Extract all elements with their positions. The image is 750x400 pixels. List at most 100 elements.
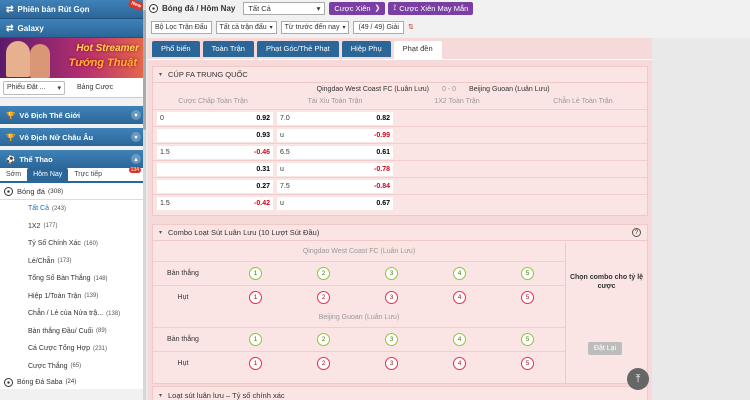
sidebar-scrollbar[interactable] xyxy=(143,0,146,400)
market-item[interactable]: Chẵn / Lẻ của Nửa trậ... (138) xyxy=(0,305,145,323)
handicap-odds-cell[interactable]: 1.5 -0.42 xyxy=(157,197,273,210)
over-under-odds-cell[interactable]: u 0.67 xyxy=(277,197,393,210)
odds-line: 7.5 xyxy=(280,183,290,190)
tab-live[interactable]: Trực tiếp xyxy=(68,168,108,181)
live-count-badge: 134 xyxy=(128,167,141,173)
odds-row: 0 0.92 7.0 0.82 xyxy=(153,109,647,126)
market-item[interactable]: Cược Thắng (65) xyxy=(0,358,145,376)
chevron-up-icon: ▴ xyxy=(131,154,141,164)
combo-header[interactable]: ▾ Combo Loạt Sút Luân Lưu (10 Lượt Sút Đ… xyxy=(153,225,647,241)
market-item[interactable]: Lẻ/Chẵn (173) xyxy=(0,253,145,271)
lucky-icon: ⟟ xyxy=(393,3,397,12)
combo-num[interactable]: 4 xyxy=(453,357,466,370)
combo-num[interactable]: 1 xyxy=(249,333,262,346)
odds-type-select[interactable]: Phiếu Đặt ... ▾ xyxy=(3,80,65,95)
chevron-down-icon: ▾ xyxy=(159,72,163,78)
market-label: Chẵn / Lẻ của Nửa trậ... xyxy=(28,310,104,318)
market-item[interactable]: Tỷ Số Chính Xác (160) xyxy=(0,235,145,253)
market-filter-value: Tất Cả xyxy=(248,3,271,13)
combo-num[interactable]: 2 xyxy=(317,357,330,370)
chevron-down-icon: ▾ xyxy=(57,84,61,92)
next-section-header[interactable]: ▾ Loạt sút luân lưu – Tỷ số chính xác xyxy=(153,387,647,400)
combo-num[interactable]: 1 xyxy=(249,357,262,370)
market-list: Tất Cả (243) 1X2 (177) Tỷ Số Chính Xác (160… xyxy=(0,200,145,375)
handicap-odds-cell[interactable]: 1.5 -0.46 xyxy=(157,146,273,159)
market-filter-select[interactable]: Tất Cả ▾ xyxy=(243,1,326,15)
combo-num[interactable]: 2 xyxy=(317,267,330,280)
handicap-odds-cell[interactable]: 0.31 xyxy=(157,163,273,176)
market-item[interactable]: Hiệp 1/Toàn Trận (139) xyxy=(0,288,145,306)
sport-football[interactable]: Bóng đá (308) xyxy=(0,183,145,200)
league-count[interactable]: (49 / 49) Giải xyxy=(353,20,404,34)
combo-num[interactable]: 3 xyxy=(385,333,398,346)
sport-label: Bóng đá xyxy=(17,186,45,196)
over-under-odds-cell[interactable]: u -0.78 xyxy=(277,163,393,176)
league-header[interactable]: ▾ CÚP FA TRUNG QUỐC xyxy=(153,67,647,83)
combo-num[interactable]: 3 xyxy=(385,267,398,280)
market-item[interactable]: Tổng Số Bàn Thắng (148) xyxy=(0,270,145,288)
odds-rows: 0 0.92 7.0 0.82 0.93 u -0.99 1.5 -0.46 6.5 0.61 0.3… xyxy=(153,109,647,211)
reset-button[interactable]: Đặt Lại xyxy=(588,342,622,355)
sort-icon[interactable]: ⇅ xyxy=(408,23,414,31)
section-world-cup[interactable]: 🏆 Vô Địch Thế Giới ▾ xyxy=(0,106,145,124)
chevron-down-icon: ▾ xyxy=(316,3,321,13)
tab-extra-time[interactable]: Hiệp Phụ xyxy=(341,41,391,57)
combo-num[interactable]: 5 xyxy=(521,357,534,370)
handicap-odds-cell[interactable]: 0.93 xyxy=(157,129,273,142)
combo-num[interactable]: 4 xyxy=(453,333,466,346)
combo-num[interactable]: 1 xyxy=(249,291,262,304)
galaxy-link[interactable]: ⇄ Galaxy xyxy=(0,19,145,38)
section-women-euro[interactable]: 🏆 Vô Địch Nữ Châu Âu ▾ xyxy=(0,128,145,146)
combo-team1: Qingdao West Coast FC (Luân Lưu) xyxy=(302,248,416,255)
sport-saba-football[interactable]: Bóng Đá Saba (24) xyxy=(0,375,145,389)
market-item-all[interactable]: Tất Cả (243) xyxy=(0,200,145,218)
help-icon[interactable]: ? xyxy=(632,228,641,237)
market-item[interactable]: 1X2 (177) xyxy=(0,218,145,236)
combo-num[interactable]: 3 xyxy=(385,357,398,370)
over-under-odds-cell[interactable]: 7.0 0.82 xyxy=(277,112,393,125)
handicap-odds-cell[interactable]: 0 0.92 xyxy=(157,112,273,125)
combo-num[interactable]: 1 xyxy=(249,267,262,280)
handicap-odds-cell[interactable]: 0.27 xyxy=(157,180,273,193)
market-item[interactable]: Bàn thắng Đầu/ Cuối (89) xyxy=(0,323,145,341)
combo-num[interactable]: 5 xyxy=(521,291,534,304)
football-icon xyxy=(4,377,13,387)
scroll-top-icon[interactable]: ⤒ xyxy=(627,368,649,390)
odds-line: 1.5 xyxy=(160,200,170,207)
market-item[interactable]: Cá Cược Tổng Hợp (231) xyxy=(0,340,145,358)
tab-today[interactable]: Hôm Nay xyxy=(27,168,69,181)
tab-popular[interactable]: Phổ biến xyxy=(152,41,200,57)
market-label: Tất Cả xyxy=(28,205,50,213)
combo-num[interactable]: 5 xyxy=(521,333,534,346)
section-label: Vô Địch Thế Giới xyxy=(19,110,81,120)
sort-dropdown[interactable]: Từ trước đến nay ▾ xyxy=(280,20,350,34)
combo-num[interactable]: 2 xyxy=(317,291,330,304)
combo-num[interactable]: 4 xyxy=(453,291,466,304)
match-filter-dropdown[interactable]: Bộ Lọc Trận Đấu xyxy=(151,20,212,34)
parlay-button[interactable]: Cược Xiên ❯ xyxy=(329,1,386,15)
lucky-parlay-button[interactable]: ⟟ Cược Xiên May Mắn xyxy=(388,1,474,15)
combo-num[interactable]: 4 xyxy=(453,267,466,280)
over-under-odds-cell[interactable]: 7.5 -0.84 xyxy=(277,180,393,193)
all-matches-dropdown[interactable]: Tất cả trận đấu ▾ xyxy=(215,20,277,34)
combo-num[interactable]: 5 xyxy=(521,267,534,280)
tab-early[interactable]: Sớm xyxy=(0,168,27,181)
combo-row-team1-scored: Bàn thắng 1 2 3 4 5 xyxy=(153,261,565,285)
tab-full-time[interactable]: Toàn Trận xyxy=(202,41,254,57)
section-sports[interactable]: ⚽ Thể Thao ▴ xyxy=(0,150,145,168)
promo-line2: Tướng Thuật xyxy=(68,57,137,69)
combo-num[interactable]: 3 xyxy=(385,291,398,304)
combo-num[interactable]: 2 xyxy=(317,333,330,346)
chevron-down-icon: ▾ xyxy=(269,24,273,31)
over-under-odds-cell[interactable]: u -0.99 xyxy=(277,129,393,142)
odds-line: u xyxy=(280,166,284,173)
over-under-odds-cell[interactable]: 6.5 0.61 xyxy=(277,146,393,159)
tab-corners-cards[interactable]: Phạt Góc/Thẻ Phạt xyxy=(256,41,339,57)
promo-banner[interactable]: Hot Streamer Tướng Thuật xyxy=(0,38,145,78)
tab-penalties[interactable]: Phạt đền xyxy=(393,41,442,59)
compact-version-link[interactable]: ⇄ Phiên bản Rút Gọn New xyxy=(0,0,145,19)
sidebar: ⇄ Phiên bản Rút Gọn New ⇄ Galaxy Hot Str… xyxy=(0,0,145,400)
bet-table-link[interactable]: Bảng Cược xyxy=(77,84,113,91)
combo-panel: ▾ Combo Loạt Sút Luân Lưu (10 Lượt Sút Đ… xyxy=(152,224,648,384)
promo-line1: Hot Streamer xyxy=(76,43,139,54)
